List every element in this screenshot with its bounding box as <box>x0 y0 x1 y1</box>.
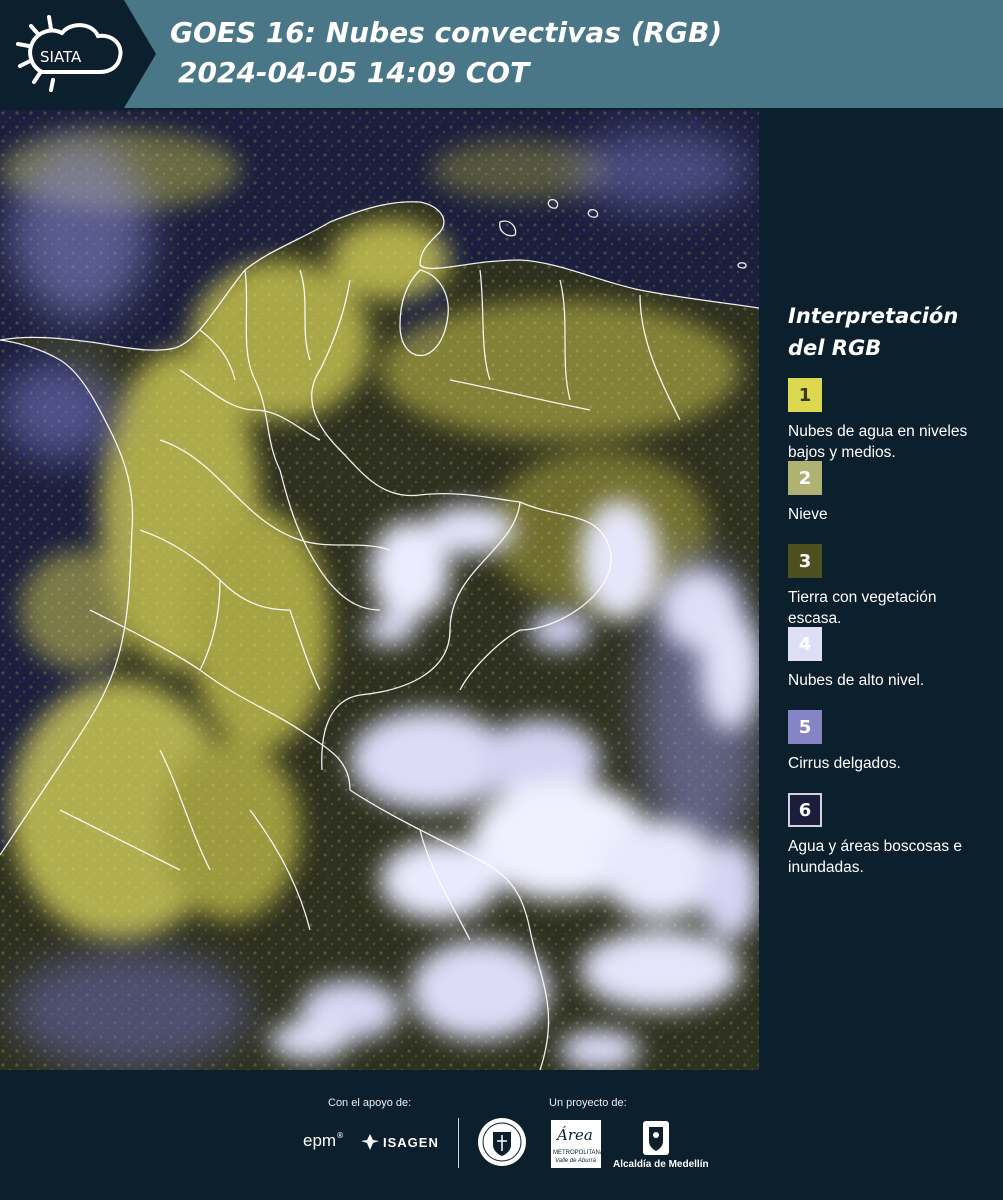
support-label: Con el apoyo de: <box>328 1097 412 1109</box>
legend-item: 2 Nieve <box>788 461 998 544</box>
legend-item: 4 Nubes de alto nivel. <box>788 627 998 710</box>
legend-label: Nubes de alto nivel. <box>788 672 925 689</box>
legend-label: Cirrus delgados. <box>788 755 901 772</box>
legend-item: 5 Cirrus delgados. <box>788 710 998 793</box>
legend-label: Nubes de agua en niveles bajos y medios. <box>788 423 968 461</box>
map-title: GOES 16: Nubes convectivas (RGB) <box>170 16 723 49</box>
legend-swatch: 6 <box>788 793 822 827</box>
epm-logo: epm® <box>303 1131 345 1150</box>
footer-divider <box>458 1118 459 1168</box>
legend-item: 1 Nubes de agua en niveles bajos y medio… <box>788 378 998 461</box>
area-metropolitana-logo: Área METROPOLITANA Valle de Aburrá <box>551 1120 604 1168</box>
rgb-legend: Interpretación del RGB 1 Nubes de agua e… <box>788 300 998 876</box>
project-label: Un proyecto de: <box>549 1097 627 1109</box>
svg-text:SIATA: SIATA <box>40 48 82 66</box>
area-metropolitana-sub: METROPOLITANA <box>553 1150 604 1156</box>
legend-items: 1 Nubes de agua en niveles bajos y medio… <box>788 378 998 876</box>
seal-icon <box>478 1118 526 1166</box>
legend-item: 6 Agua y áreas boscosas e inundadas. <box>788 793 998 876</box>
medellin-seal <box>477 1117 527 1171</box>
legend-swatch: 1 <box>788 378 822 412</box>
legend-swatch: 2 <box>788 461 822 495</box>
satellite-map[interactable] <box>0 110 759 1070</box>
legend-label: Nieve <box>788 506 828 523</box>
area-metropolitana-sub2: Valle de Aburrá <box>555 1158 596 1164</box>
legend-title: Interpretación del RGB <box>788 304 959 360</box>
alcaldia-crest <box>641 1119 671 1161</box>
legend-label: Tierra con vegetación escasa. <box>788 589 937 627</box>
sun-cloud-icon: SIATA <box>16 15 123 92</box>
legend-item: 3 Tierra con vegetación escasa. <box>788 544 998 627</box>
legend-swatch: 4 <box>788 627 822 661</box>
header-bar: SIATA GOES 16: Nubes convectivas (RGB) 2… <box>0 0 1003 108</box>
area-metropolitana-name: Área <box>557 1126 593 1144</box>
legend-label: Agua y áreas boscosas e inundadas. <box>788 838 963 876</box>
legend-swatch: 3 <box>788 544 822 578</box>
crest-icon <box>643 1121 669 1155</box>
alcaldia-name: Alcaldía de Medellín <box>613 1159 709 1170</box>
map-right-margin <box>759 110 777 1070</box>
isagen-logo: ISAGEN <box>360 1133 439 1151</box>
siata-logo: SIATA <box>0 0 156 108</box>
map-timestamp: 2024-04-05 14:09 COT <box>178 56 530 89</box>
isagen-icon <box>361 1134 379 1150</box>
legend-swatch: 5 <box>788 710 822 744</box>
